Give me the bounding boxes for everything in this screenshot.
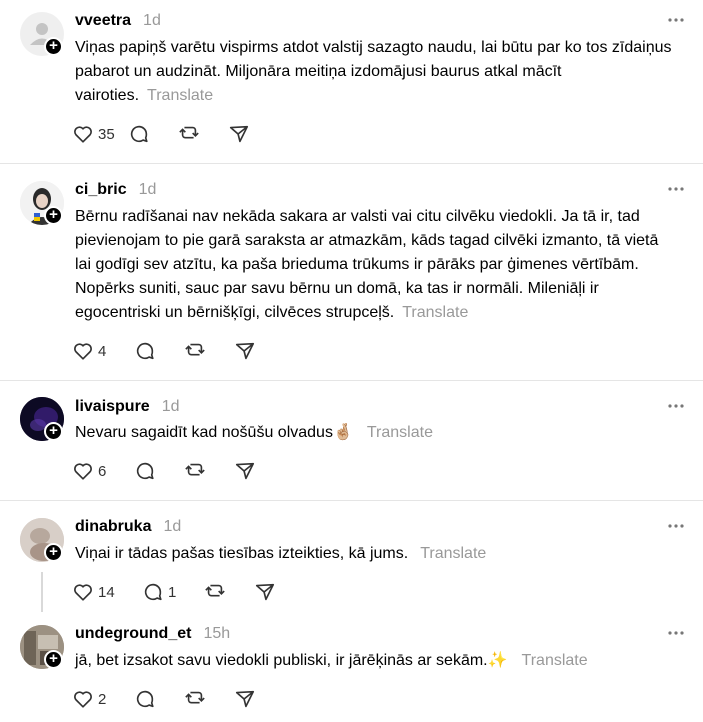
like-count: 4 xyxy=(98,342,107,360)
emoji: ✨ xyxy=(487,652,508,669)
share-button[interactable] xyxy=(254,581,294,603)
post-text-content: jā, bet izsakot savu viedokli publiski, … xyxy=(75,652,488,669)
follow-plus-icon[interactable]: + xyxy=(44,37,63,56)
username[interactable]: livaispure 1d xyxy=(75,398,180,416)
username-text[interactable]: undeground_et xyxy=(75,625,191,642)
heart-icon xyxy=(74,343,92,360)
reply-button[interactable]: 1 xyxy=(142,581,204,603)
heart-icon xyxy=(74,126,92,143)
repost-button[interactable] xyxy=(184,340,234,362)
comment-icon xyxy=(136,690,154,708)
action-bar: 35 xyxy=(72,121,268,147)
follow-plus-icon[interactable]: + xyxy=(44,206,63,225)
like-button[interactable]: 2 xyxy=(72,688,134,710)
post-time: 1d xyxy=(143,12,161,29)
divider xyxy=(0,380,703,381)
like-button[interactable]: 4 xyxy=(72,340,134,362)
share-button[interactable] xyxy=(234,688,274,710)
send-icon xyxy=(229,125,249,143)
reply-button[interactable] xyxy=(134,460,184,482)
heart-icon xyxy=(74,584,92,601)
post-text: Nevaru sagaidīt kad nošūšu olvadus🤞🏼 Tran… xyxy=(75,421,675,445)
reply-button[interactable] xyxy=(128,123,178,145)
post-time: 15h xyxy=(203,625,231,642)
divider xyxy=(0,500,703,501)
post-time: 1d xyxy=(138,181,157,198)
comment-icon xyxy=(130,125,148,143)
like-count: 2 xyxy=(98,690,107,708)
username-text[interactable]: ci_bric xyxy=(75,181,127,198)
follow-plus-icon[interactable]: + xyxy=(44,543,63,562)
post-text-content: Nevaru sagaidīt kad nošūšu olvadus xyxy=(75,424,333,441)
follow-plus-icon[interactable]: + xyxy=(44,422,63,441)
thread-line xyxy=(41,572,43,612)
username[interactable]: dinabruka 1d xyxy=(75,518,181,536)
username-text[interactable]: dinabruka xyxy=(75,518,151,535)
translate-link[interactable]: Translate xyxy=(420,545,486,562)
reply-count: 1 xyxy=(168,583,177,601)
follow-plus-icon[interactable]: + xyxy=(44,650,63,669)
repost-icon xyxy=(185,343,205,356)
post-text-content: Bērnu radīšanai nav nekāda sakara ar val… xyxy=(75,208,659,321)
share-button[interactable] xyxy=(228,123,268,145)
post-text: Bērnu radīšanai nav nekāda sakara ar val… xyxy=(75,205,675,325)
comment-icon xyxy=(136,342,154,360)
repost-icon xyxy=(179,126,199,139)
more-icon[interactable] xyxy=(666,181,686,197)
post-text: Viņai ir tādas pašas tiesības izteikties… xyxy=(75,542,675,566)
like-button[interactable]: 35 xyxy=(72,123,128,145)
repost-icon xyxy=(185,691,205,704)
action-bar: 14 1 xyxy=(72,579,294,605)
reply-button[interactable] xyxy=(134,340,184,362)
more-icon[interactable] xyxy=(666,625,686,641)
action-bar: 4 xyxy=(72,338,274,364)
like-count: 14 xyxy=(98,583,115,601)
translate-link[interactable]: Translate xyxy=(147,87,213,104)
post-time: 1d xyxy=(163,518,182,535)
comment-icon xyxy=(144,583,162,601)
send-icon xyxy=(235,342,255,360)
post-text: jā, bet izsakot savu viedokli publiski, … xyxy=(75,649,675,673)
repost-button[interactable] xyxy=(204,581,254,603)
translate-link[interactable]: Translate xyxy=(522,652,588,669)
share-button[interactable] xyxy=(234,460,274,482)
post-text: Viņas papiņš varētu vispirms atdot valst… xyxy=(75,36,675,108)
emoji: 🤞🏼 xyxy=(332,424,353,441)
repost-button[interactable] xyxy=(178,123,228,145)
like-count: 35 xyxy=(98,125,115,143)
comment-icon xyxy=(136,462,154,480)
post-text-content: Viņai ir tādas pašas tiesības izteikties… xyxy=(75,545,409,562)
like-button[interactable]: 6 xyxy=(72,460,134,482)
repost-icon xyxy=(185,463,205,476)
send-icon xyxy=(235,690,255,708)
username-text[interactable]: livaispure xyxy=(75,398,150,415)
like-count: 6 xyxy=(98,462,107,480)
translate-link[interactable]: Translate xyxy=(367,424,433,441)
share-button[interactable] xyxy=(234,340,274,362)
heart-icon xyxy=(74,463,92,480)
heart-icon xyxy=(74,691,92,708)
post-time: 1d xyxy=(161,398,180,415)
repost-icon xyxy=(205,584,225,597)
send-icon xyxy=(235,462,255,480)
divider xyxy=(0,163,703,164)
username-text[interactable]: vveetra xyxy=(75,12,131,29)
action-bar: 2 xyxy=(72,686,274,712)
repost-button[interactable] xyxy=(184,460,234,482)
translate-link[interactable]: Translate xyxy=(402,304,468,321)
more-icon[interactable] xyxy=(666,518,686,534)
send-icon xyxy=(255,583,275,601)
username[interactable]: undeground_et 15h xyxy=(75,625,230,643)
repost-button[interactable] xyxy=(184,688,234,710)
reply-button[interactable] xyxy=(134,688,184,710)
more-icon[interactable] xyxy=(666,398,686,414)
username[interactable]: vveetra 1d xyxy=(75,12,161,30)
more-icon[interactable] xyxy=(666,12,686,28)
username[interactable]: ci_bric 1d xyxy=(75,181,156,199)
action-bar: 6 xyxy=(72,458,274,484)
like-button[interactable]: 14 xyxy=(72,581,142,603)
